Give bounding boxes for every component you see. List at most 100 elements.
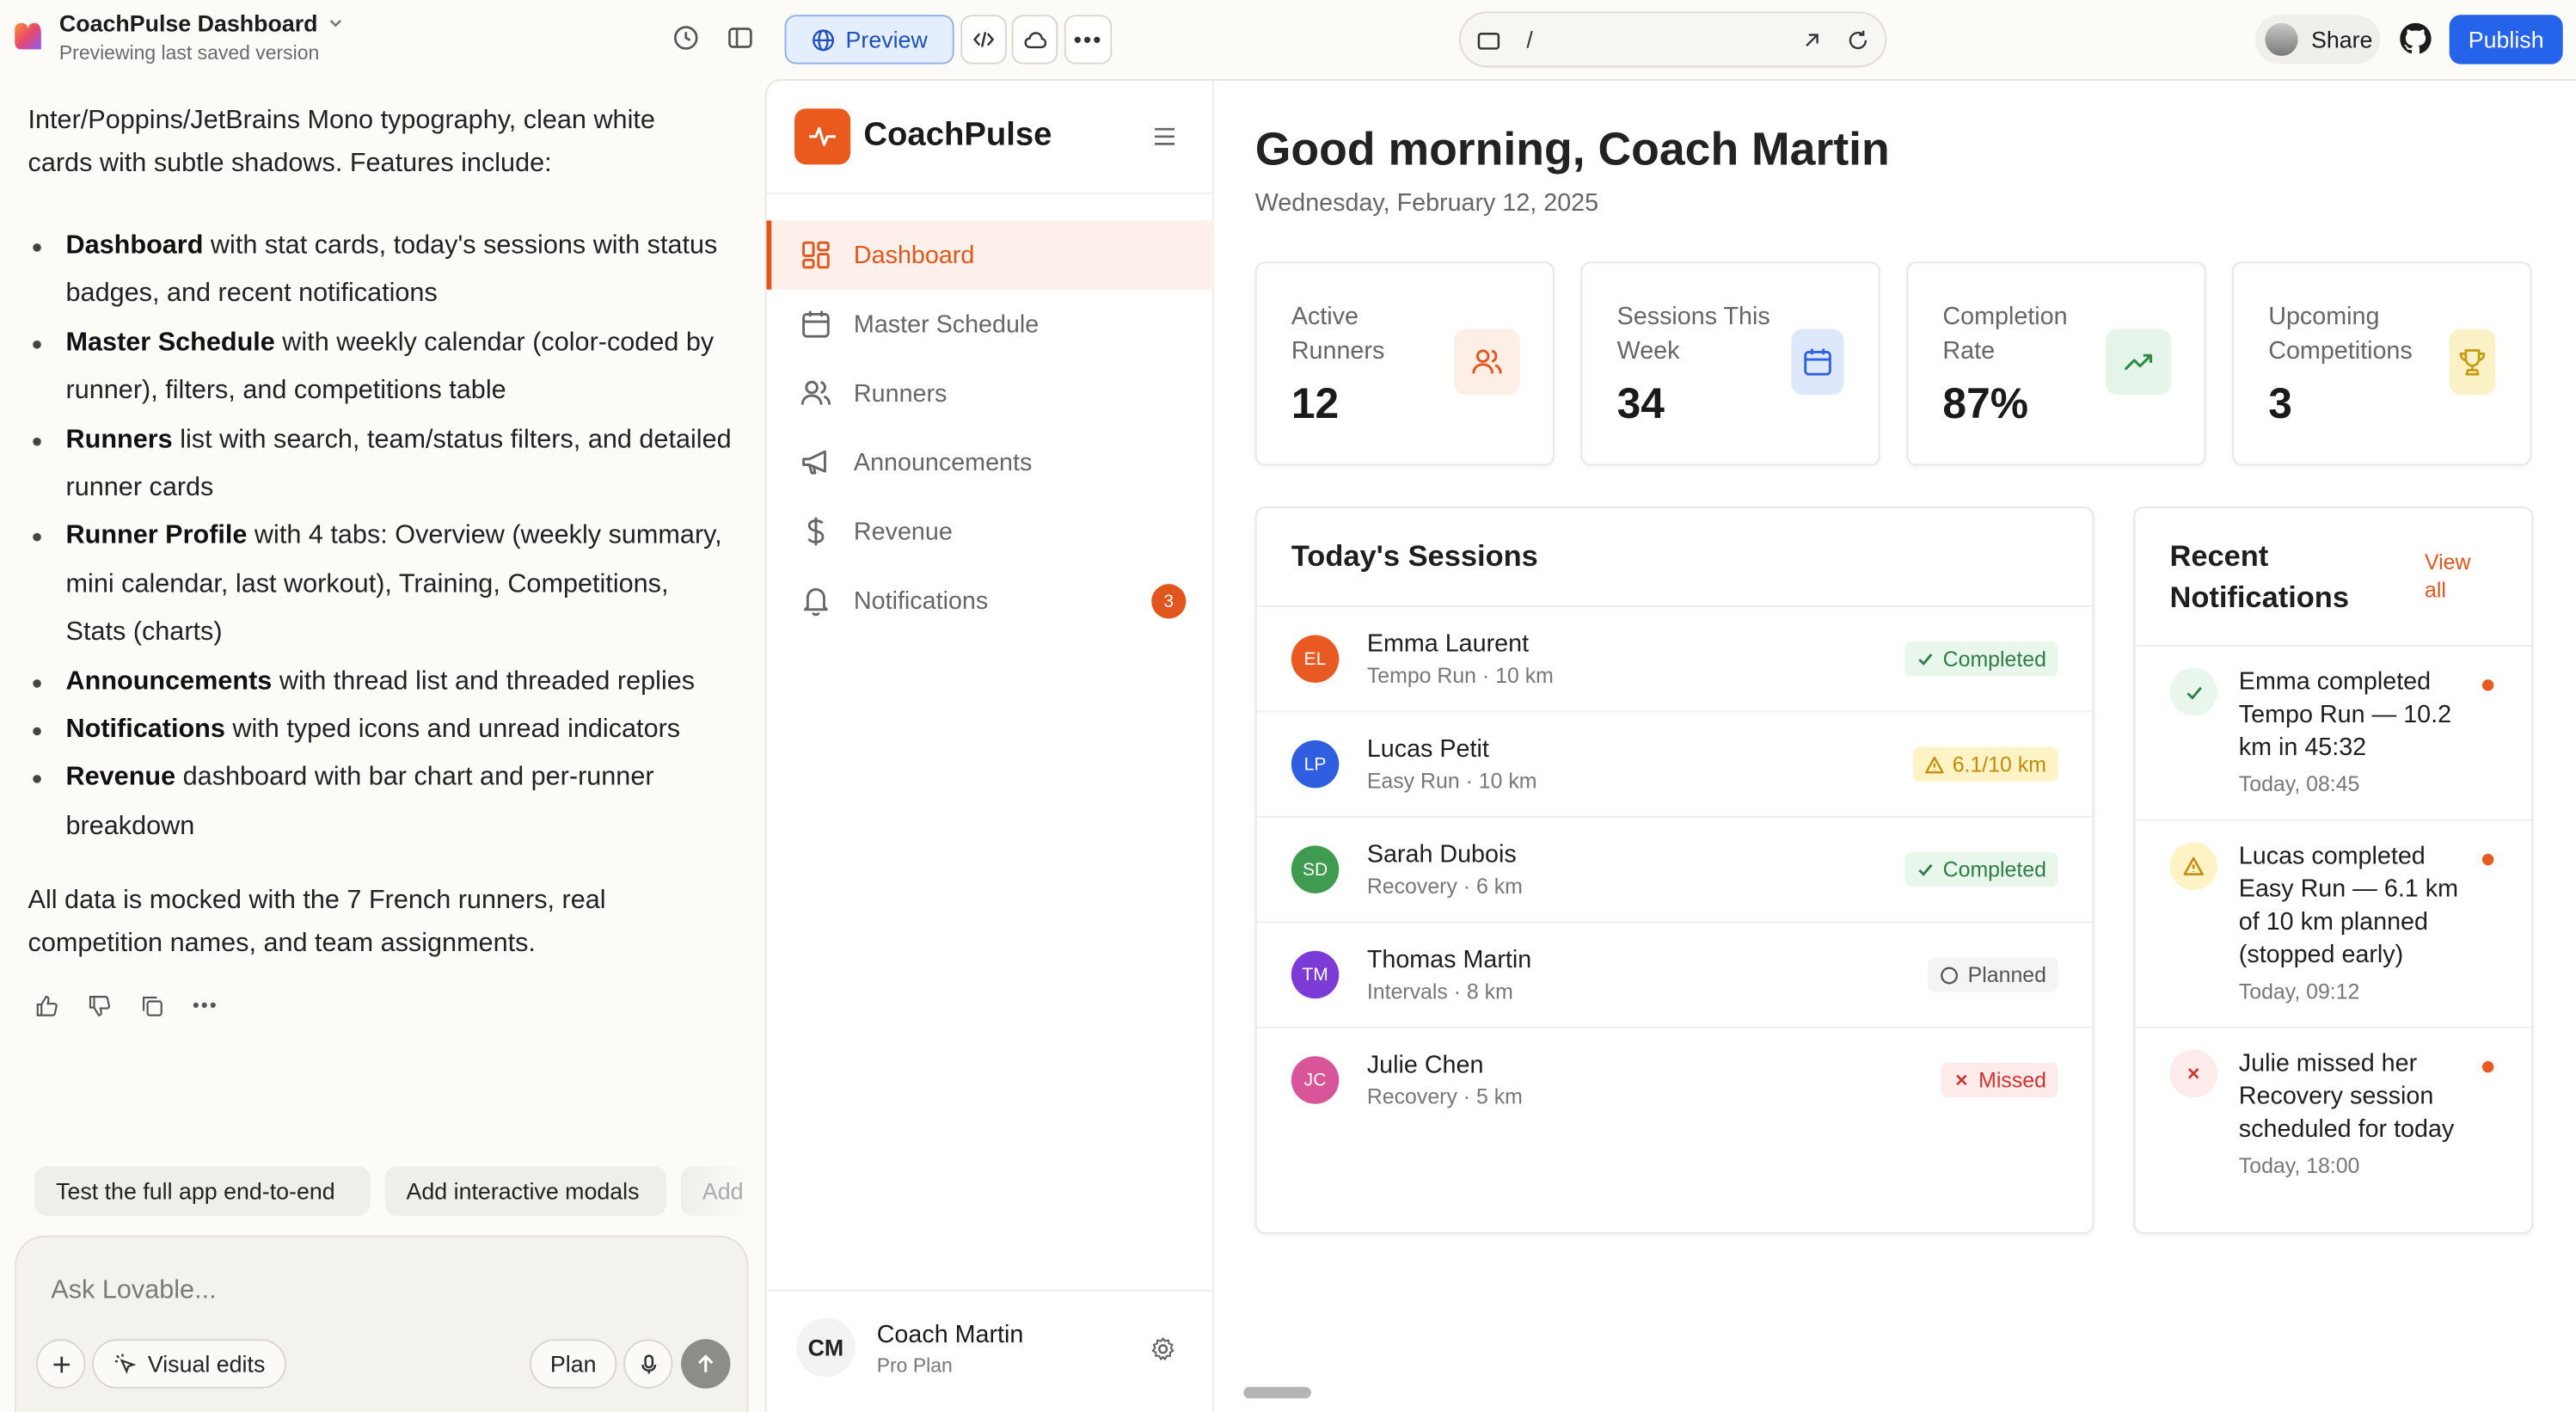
- divider: [766, 192, 1214, 194]
- suggestion-chip[interactable]: Add: [681, 1166, 751, 1216]
- chat-input[interactable]: Ask Lovable...: [51, 1277, 216, 1306]
- session-row[interactable]: JC Julie Chen Recovery · 5 km Missed: [1256, 1026, 2093, 1132]
- stat-label: Active Runners: [1291, 303, 1385, 365]
- url-bar[interactable]: /: [1458, 11, 1887, 68]
- more-horizontal-icon[interactable]: •••: [193, 994, 218, 1019]
- stat-value: 12: [1291, 378, 1340, 428]
- circle-icon: [1941, 966, 1959, 984]
- stat-icon-box: [1791, 328, 1844, 396]
- todays-sessions-panel: Today's Sessions EL Emma Laurent Tempo R…: [1254, 506, 2095, 1234]
- visual-edits-button[interactable]: Visual edits: [92, 1339, 286, 1389]
- nav-item-announcements[interactable]: Announcements: [767, 427, 1214, 496]
- user-name: Coach Martin: [876, 1321, 1024, 1349]
- panel-title: Today's Sessions: [1291, 539, 1538, 573]
- more-options-button[interactable]: •••: [1064, 15, 1113, 64]
- session-detail: Easy Run · 10 km: [1366, 768, 1537, 794]
- top-bar: CoachPulse Dashboard Previewing last sav…: [0, 0, 2576, 79]
- nav-label: Revenue: [853, 517, 953, 546]
- chat-panel: Inter/Poppins/JetBrains Mono typography,…: [0, 78, 765, 1412]
- project-title: CoachPulse Dashboard: [58, 9, 318, 37]
- status-badge-planned: Planned: [1928, 957, 2058, 992]
- thumbs-up-icon[interactable]: [34, 994, 59, 1019]
- feature-item: Revenue dashboard with bar chart and per…: [28, 754, 736, 851]
- user-profile[interactable]: CM Coach Martin Pro Plan: [766, 1289, 1214, 1412]
- nav-item-notifications[interactable]: Notifications 3: [767, 566, 1214, 635]
- session-row[interactable]: EL Emma Laurent Tempo Run · 10 km Comple…: [1256, 605, 2093, 710]
- chat-outro-text: All data is mocked with the 7 French run…: [28, 887, 606, 958]
- session-row[interactable]: SD Sarah Dubois Recovery · 6 km Complete…: [1256, 815, 2093, 921]
- chat-intro-text: Inter/Poppins/JetBrains Mono typography,…: [28, 107, 655, 178]
- status-badge-partial: 6.1/10 km: [1912, 746, 2058, 782]
- runner-name: Thomas Martin: [1366, 946, 1532, 974]
- recent-notifications-panel: Recent Notifications View all Emma compl…: [2133, 506, 2534, 1234]
- session-row[interactable]: TM Thomas Martin Intervals · 8 km Planne…: [1256, 921, 2093, 1026]
- history-icon[interactable]: [672, 23, 701, 52]
- notification-type-icon: [2169, 667, 2217, 716]
- feature-item: Master Schedule with weekly calendar (co…: [28, 319, 736, 416]
- preview-label: Preview: [845, 26, 928, 53]
- open-external-icon[interactable]: [1800, 28, 1825, 53]
- sidebar-toggle-icon[interactable]: [726, 23, 755, 52]
- notification-body: Lucas completed Easy Run — 6.1 km of 10 …: [2239, 841, 2469, 1005]
- thumbs-down-icon[interactable]: [87, 994, 112, 1019]
- warning-icon: [1924, 755, 1944, 773]
- feature-item: Runner Profile with 4 tabs: Overview (we…: [28, 513, 736, 658]
- project-title-dropdown[interactable]: CoachPulse Dashboard: [59, 9, 346, 36]
- stat-card-completion-rate: Completion Rate 87%: [1906, 261, 2206, 466]
- share-label: Share: [2310, 26, 2373, 53]
- nav-item-revenue[interactable]: Revenue: [767, 497, 1214, 566]
- runner-name: Emma Laurent: [1366, 629, 1530, 659]
- grid-icon: [802, 241, 830, 269]
- microphone-button[interactable]: [623, 1339, 673, 1389]
- add-attachment-button[interactable]: [36, 1339, 86, 1389]
- panel-title: Recent Notifications: [2169, 539, 2350, 614]
- app-sidebar: CoachPulse Dashboard Master Schedule Run…: [766, 80, 1214, 1412]
- refresh-icon[interactable]: [1846, 28, 1871, 53]
- dashboard-main: Good morning, Coach Martin Wednesday, Fe…: [1214, 81, 2576, 1412]
- arrow-up-icon: [698, 1354, 714, 1372]
- copy-icon[interactable]: [140, 994, 165, 1019]
- share-button[interactable]: Share: [2254, 15, 2381, 64]
- url-path[interactable]: /: [1526, 27, 1532, 53]
- user-avatar: CM: [795, 1317, 856, 1378]
- x-icon: [1955, 1074, 1967, 1086]
- suggestion-chip[interactable]: Add interactive modals: [384, 1166, 666, 1216]
- menu-icon[interactable]: [1151, 123, 1178, 150]
- runner-name: Sarah Dubois: [1366, 840, 1517, 869]
- horizontal-scrollbar[interactable]: [1243, 1386, 1311, 1399]
- notification-item[interactable]: Lucas completed Easy Run — 6.1 km of 10 …: [2135, 819, 2532, 1027]
- view-all-link[interactable]: View all: [2425, 548, 2491, 604]
- notification-item[interactable]: Julie missed her Recovery session schedu…: [2135, 1026, 2532, 1232]
- notification-count-badge: 3: [1151, 584, 1187, 619]
- preview-button[interactable]: Preview: [784, 15, 954, 64]
- suggestion-chip[interactable]: Test the full app end-to-end: [34, 1166, 371, 1216]
- bell-icon: [804, 588, 828, 617]
- device-toggle-icon[interactable]: [1475, 28, 1502, 55]
- stat-icon-box: [2449, 328, 2496, 396]
- nav-item-runners[interactable]: Runners: [767, 359, 1214, 427]
- plan-button[interactable]: Plan: [530, 1339, 617, 1389]
- lovable-logo-icon[interactable]: [13, 21, 42, 51]
- trending-up-icon: [2124, 353, 2152, 371]
- nav-item-dashboard[interactable]: Dashboard: [766, 220, 1214, 290]
- unread-indicator: [2481, 1060, 2494, 1073]
- nav-item-master-schedule[interactable]: Master Schedule: [767, 290, 1214, 359]
- send-button[interactable]: [681, 1339, 731, 1389]
- code-button[interactable]: [960, 15, 1007, 64]
- current-date: Wednesday, February 12, 2025: [1254, 189, 1599, 218]
- notification-body: Emma completed Tempo Run — 10.2 km in 45…: [2239, 666, 2469, 798]
- github-icon[interactable]: [2400, 22, 2432, 54]
- session-row[interactable]: LP Lucas Petit Easy Run · 10 km 6.1/10 k…: [1256, 710, 2093, 815]
- users-icon: [800, 380, 831, 405]
- status-badge-completed: Completed: [1904, 852, 2058, 887]
- cloud-button[interactable]: [1011, 15, 1058, 64]
- more-horizontal-icon: •••: [1073, 26, 1103, 53]
- publish-button[interactable]: Publish: [2449, 15, 2563, 64]
- status-badge-missed: Missed: [1941, 1062, 2058, 1098]
- runner-name: Julie Chen: [1366, 1051, 1484, 1080]
- message-actions: •••: [34, 994, 218, 1019]
- page-title: Good morning, Coach Martin: [1254, 123, 1890, 175]
- stat-label: Completion Rate: [1942, 303, 2068, 365]
- gear-icon[interactable]: [1150, 1335, 1176, 1362]
- user-avatar: [2265, 22, 2298, 57]
